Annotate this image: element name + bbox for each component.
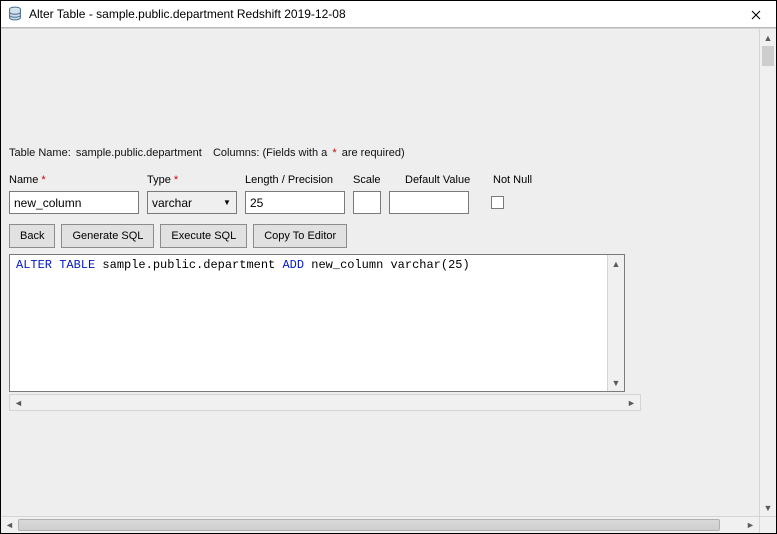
window-horizontal-scrollbar[interactable]: ◄ ► <box>1 516 776 533</box>
button-bar: Back Generate SQL Execute SQL Copy To Ed… <box>9 224 347 248</box>
notnull-label: Not Null <box>493 174 553 186</box>
database-icon <box>7 6 23 22</box>
name-input[interactable] <box>9 191 139 214</box>
type-select[interactable]: varchar ▼ <box>147 191 237 214</box>
close-button[interactable] <box>736 1 776 28</box>
scale-label: Scale <box>353 174 397 186</box>
scroll-left-icon[interactable]: ◄ <box>1 517 18 533</box>
columns-tail: are required) <box>342 147 405 159</box>
type-select-value: varchar <box>152 196 192 210</box>
sql-editor[interactable]: ALTER TABLE sample.public.department ADD… <box>9 254 625 392</box>
info-row: Table Name: sample.public.department Col… <box>9 147 407 159</box>
copy-to-editor-button[interactable]: Copy To Editor <box>253 224 347 248</box>
back-button[interactable]: Back <box>9 224 55 248</box>
table-name-value: sample.public.department <box>76 147 202 159</box>
client-area: ▲ ▼ Table Name: sample.public.department… <box>1 28 776 516</box>
sql-text: ALTER TABLE sample.public.department ADD… <box>10 255 624 275</box>
notnull-checkbox[interactable] <box>491 196 504 209</box>
length-input[interactable] <box>245 191 345 214</box>
inputs-row: varchar ▼ <box>9 191 512 214</box>
scroll-right-icon[interactable]: ► <box>742 517 759 533</box>
name-label: Name * <box>9 174 139 186</box>
vertical-scrollbar[interactable]: ▲ ▼ <box>759 29 776 516</box>
type-label: Type * <box>147 174 237 186</box>
table-name-label: Table Name: <box>9 147 71 159</box>
window-title: Alter Table - sample.public.department R… <box>29 7 346 21</box>
length-label: Length / Precision <box>245 174 345 186</box>
scrollbar-corner <box>759 517 776 533</box>
sql-text-tail: new_column varchar(25) <box>304 258 470 272</box>
scroll-track[interactable] <box>18 517 742 533</box>
sql-text-mid: sample.public.department <box>95 258 282 272</box>
scroll-up-icon[interactable]: ▲ <box>760 29 776 46</box>
scroll-track[interactable] <box>27 395 623 410</box>
scale-input[interactable] <box>353 191 381 214</box>
execute-sql-button[interactable]: Execute SQL <box>160 224 247 248</box>
required-star-icon: * <box>174 174 178 186</box>
required-star-icon: * <box>332 147 336 159</box>
title-bar: Alter Table - sample.public.department R… <box>1 1 776 28</box>
editor-vertical-scrollbar[interactable]: ▲ ▼ <box>607 255 624 391</box>
editor-horizontal-scrollbar[interactable]: ◄ ► <box>9 394 641 411</box>
type-label-text: Type <box>147 174 171 186</box>
scroll-left-icon[interactable]: ◄ <box>10 395 27 410</box>
field-labels-row: Name * Type * Length / Precision Scale D… <box>9 174 561 186</box>
chevron-down-icon: ▼ <box>218 192 236 213</box>
sql-keyword: ADD <box>282 258 304 272</box>
default-label: Default Value <box>405 174 485 186</box>
generate-sql-button[interactable]: Generate SQL <box>61 224 154 248</box>
scroll-thumb[interactable] <box>762 46 774 66</box>
default-input[interactable] <box>389 191 469 214</box>
scroll-right-icon[interactable]: ► <box>623 395 640 410</box>
content-pane: Table Name: sample.public.department Col… <box>9 29 751 516</box>
scroll-thumb[interactable] <box>18 519 720 531</box>
scroll-up-icon[interactable]: ▲ <box>608 255 624 272</box>
scroll-down-icon[interactable]: ▼ <box>760 499 776 516</box>
name-label-text: Name <box>9 174 38 186</box>
columns-label: Columns: (Fields with a <box>213 147 327 159</box>
scroll-down-icon[interactable]: ▼ <box>608 374 624 391</box>
required-star-icon: * <box>41 174 45 186</box>
sql-keyword: ALTER TABLE <box>16 258 95 272</box>
